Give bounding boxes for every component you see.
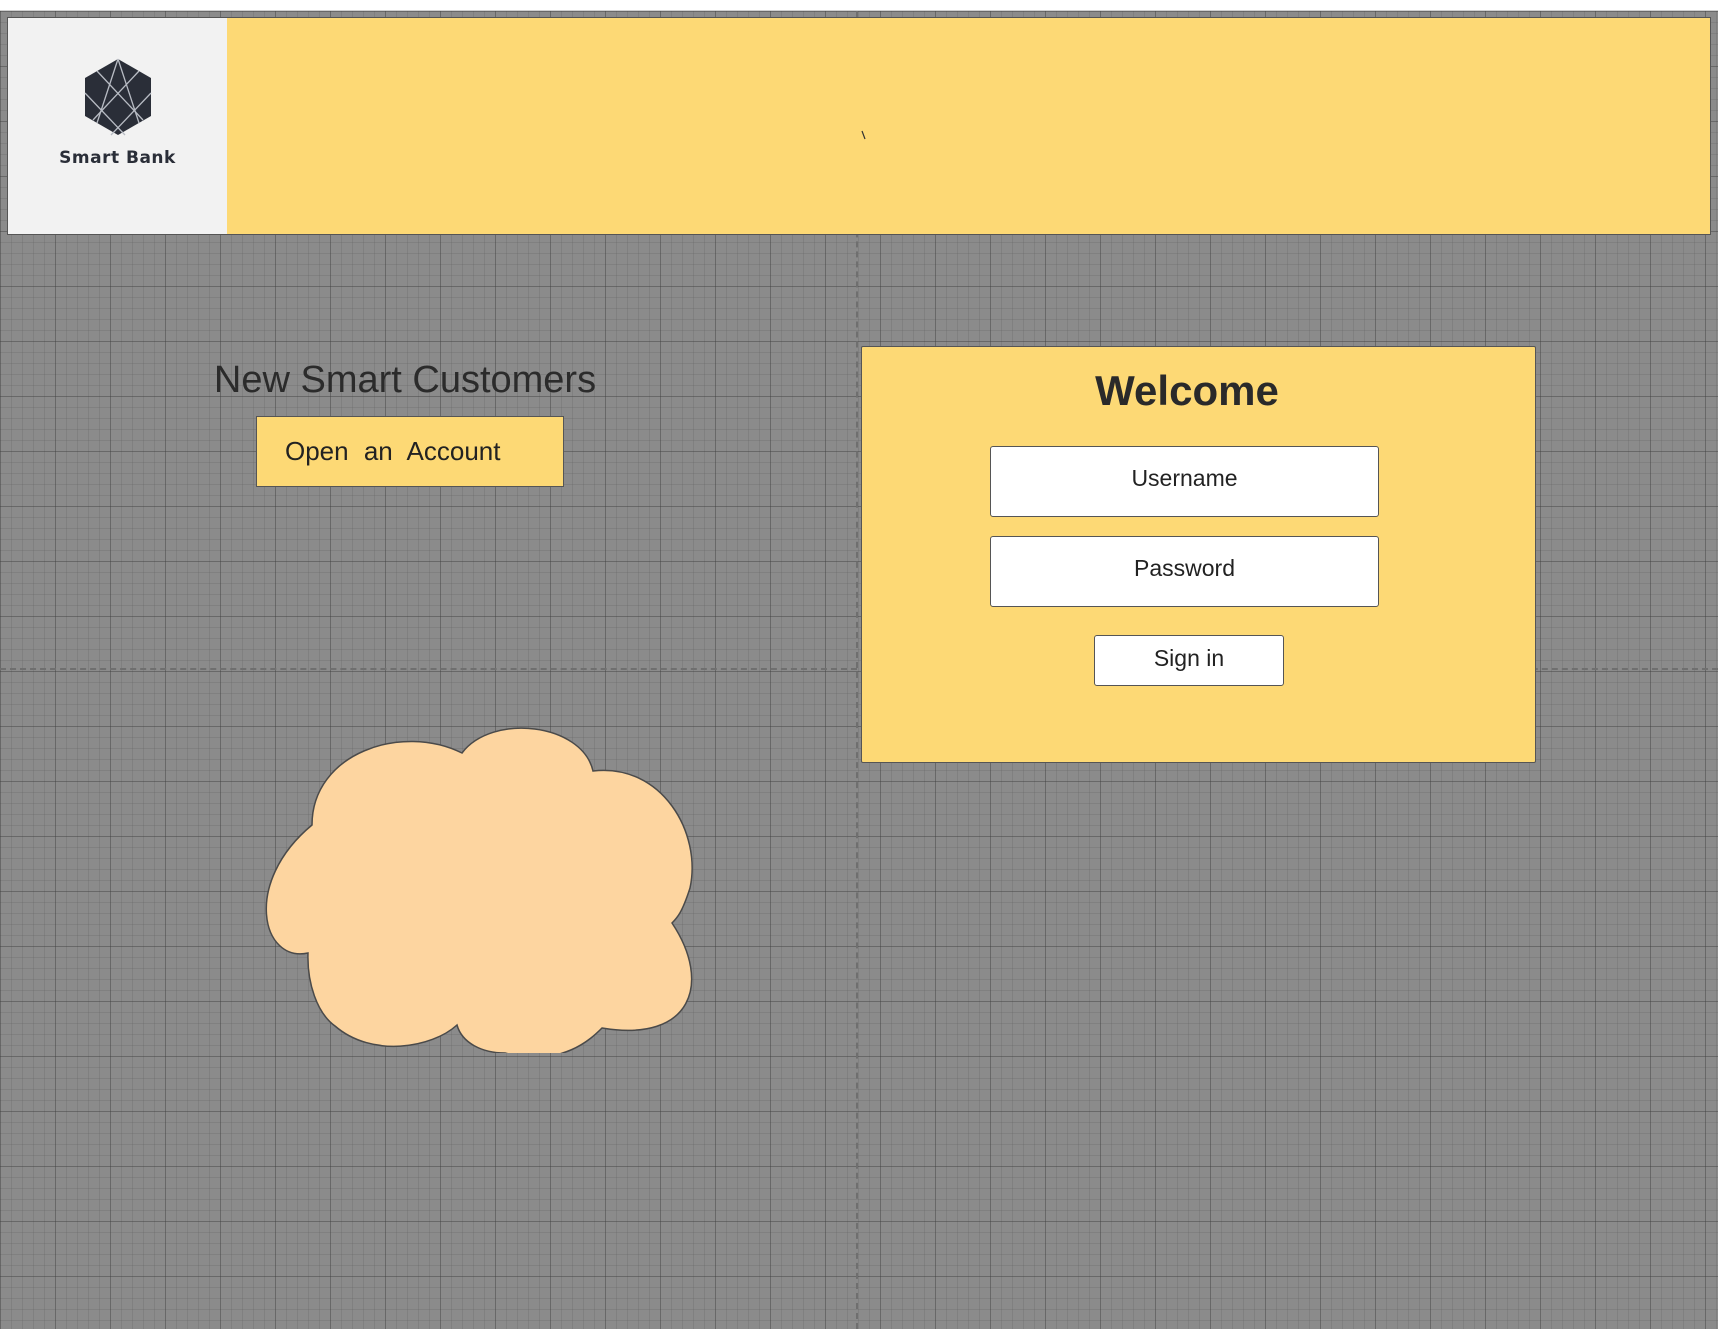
username-input[interactable] <box>990 446 1379 517</box>
cloud-shape[interactable] <box>262 723 702 1053</box>
welcome-heading: Welcome <box>1095 367 1279 414</box>
password-input[interactable] <box>990 536 1379 607</box>
login-panel: Welcome Sign in <box>861 346 1536 763</box>
design-canvas: Smart Bank New Smart Customers Open an A… <box>0 10 1718 1329</box>
sign-in-button[interactable]: Sign in <box>1094 635 1284 686</box>
cursor-tick-icon <box>861 130 866 140</box>
open-account-button[interactable]: Open an Account <box>256 416 564 487</box>
logo-text: Smart Bank <box>59 148 176 168</box>
new-customers-heading: New Smart Customers <box>213 359 597 401</box>
hexagon-logo-icon <box>84 58 152 136</box>
logo-box[interactable]: Smart Bank <box>8 18 227 234</box>
header-banner: Smart Bank <box>7 17 1711 235</box>
